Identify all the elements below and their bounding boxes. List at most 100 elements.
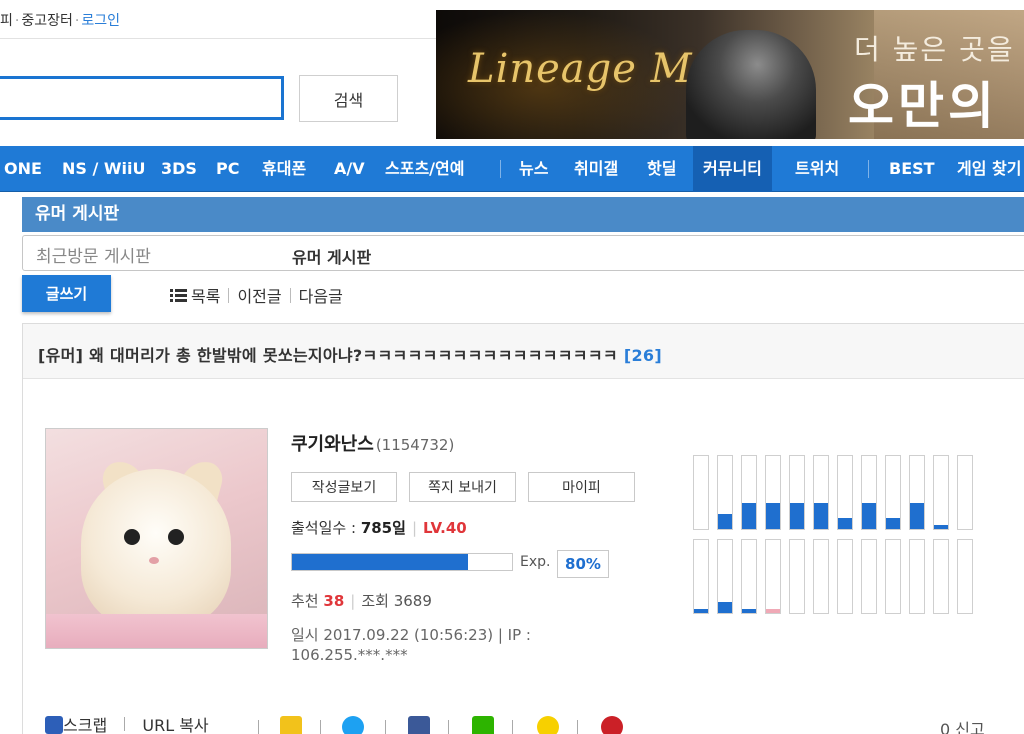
level-badge: LV.40 xyxy=(423,519,467,537)
author-id: (1154732) xyxy=(375,436,455,454)
share-bar: 스크랩 URL 복사 xyxy=(45,712,945,734)
activity-col-top xyxy=(741,455,757,530)
ad-banner[interactable]: Lineage M 더 높은 곳을 향 오만의 xyxy=(436,10,1024,139)
activity-bar-fill xyxy=(934,525,948,529)
naver-icon[interactable] xyxy=(472,716,494,734)
post-stats: 추천 38 | 조회 3689 xyxy=(291,592,432,610)
activity-bar-fill xyxy=(862,503,876,529)
nav-item-best[interactable]: BEST xyxy=(889,146,935,192)
post-date-ip: 일시 2017.09.22 (10:56:23) | IP : 106.255.… xyxy=(291,626,531,664)
nav-item-sports[interactable]: 스포츠/연예 xyxy=(385,146,464,192)
activity-col-top xyxy=(693,455,709,530)
activity-col-top xyxy=(813,455,829,530)
activity-bar-fill xyxy=(742,609,756,613)
twitter-icon[interactable] xyxy=(342,716,364,734)
banner-logo: Lineage M xyxy=(468,46,693,92)
activity-col-bottom xyxy=(957,539,973,614)
activity-col-bottom xyxy=(693,539,709,614)
activity-bar-fill xyxy=(718,602,732,613)
activity-col-top xyxy=(837,455,853,530)
nav-item-news[interactable]: 뉴스 xyxy=(519,146,548,192)
activity-col-top xyxy=(861,455,877,530)
activity-col-bottom xyxy=(861,539,877,614)
nav-item-mobile[interactable]: 휴대폰 xyxy=(262,146,306,192)
kakaotalk-icon[interactable] xyxy=(537,716,559,734)
activity-col-top xyxy=(789,455,805,530)
activity-col-bottom xyxy=(765,539,781,614)
banner-headline-1: 더 높은 곳을 향 xyxy=(854,33,1024,66)
activity-col-bottom xyxy=(837,539,853,614)
scrap-icon xyxy=(45,716,63,734)
top-link-market[interactable]: 중고장터 xyxy=(21,13,73,29)
post-nav-links: 목록 이전글 다음글 xyxy=(170,283,343,307)
nav-item-one[interactable]: ONE xyxy=(4,146,42,192)
activity-bar-fill xyxy=(694,609,708,613)
activity-bar-fill xyxy=(742,503,756,529)
scrap-button[interactable]: 스크랩 xyxy=(63,716,107,734)
activity-col-bottom xyxy=(813,539,829,614)
write-button[interactable]: 글쓰기 xyxy=(22,275,111,312)
view-posts-button[interactable]: 작성글보기 xyxy=(291,472,397,502)
post-title: [유머] 왜 대머리가 총 한발밖에 못쏘는지아냐?ㅋㅋㅋㅋㅋㅋㅋㅋㅋㅋㅋㅋㅋㅋ… xyxy=(38,342,662,366)
top-divider xyxy=(0,38,436,39)
author-nickname[interactable]: 쿠기와난스 (1154732) xyxy=(291,430,454,456)
activity-col-bottom xyxy=(933,539,949,614)
exp-percent: 80% xyxy=(557,550,609,578)
kakaostory-icon[interactable] xyxy=(280,716,302,734)
activity-chart xyxy=(693,455,973,620)
comment-count[interactable]: [26] xyxy=(624,346,662,365)
recent-boards-label: 최근방문 게시판 xyxy=(36,247,151,267)
nav-item-3ds[interactable]: 3DS xyxy=(161,146,197,192)
nav-item-hotdeal[interactable]: 핫딜 xyxy=(647,146,676,192)
activity-col-bottom xyxy=(741,539,757,614)
nav-item-ns-wiiu[interactable]: NS / WiiU xyxy=(62,146,146,192)
activity-bar-fill xyxy=(766,503,780,529)
activity-col-top xyxy=(885,455,901,530)
nav-item-pc[interactable]: PC xyxy=(216,146,239,192)
activity-col-bottom xyxy=(717,539,733,614)
activity-col-top xyxy=(933,455,949,530)
banner-headline-2: 오만의 xyxy=(848,77,998,135)
exp-label: Exp. xyxy=(520,554,551,570)
login-link[interactable]: 로그인 xyxy=(81,13,120,29)
main-nav: ONE NS / WiiU 3DS PC 휴대폰 A/V 스포츠/연예 뉴스 취… xyxy=(0,146,1024,192)
recent-board-link[interactable]: 유머 게시판 xyxy=(292,244,371,268)
nav-item-game-search[interactable]: 게임 찾기 xyxy=(957,146,1021,192)
activity-bar-fill xyxy=(766,609,780,613)
recommend-count: 38 xyxy=(323,592,345,610)
activity-bar-fill xyxy=(718,514,732,529)
facebook-icon[interactable] xyxy=(408,716,430,734)
activity-bar-fill xyxy=(910,503,924,529)
search-button[interactable]: 검색 xyxy=(299,75,398,122)
activity-bar-fill xyxy=(790,503,804,529)
view-count: 3689 xyxy=(393,592,432,610)
board-title: 유머 게시판 xyxy=(22,197,1024,232)
report-button[interactable]: 0 신고 xyxy=(940,716,985,734)
activity-col-top xyxy=(765,455,781,530)
top-links: 피 · 중고장터 · 로그인 xyxy=(0,13,120,29)
activity-bar-fill xyxy=(886,518,900,529)
attendance-value: 785일 xyxy=(360,519,406,537)
recent-boards-bar[interactable] xyxy=(22,235,1024,271)
activity-bar-fill xyxy=(814,503,828,529)
post-title-text: [유머] 왜 대머리가 총 한발밖에 못쏘는지아냐?ㅋㅋㅋㅋㅋㅋㅋㅋㅋㅋㅋㅋㅋㅋ… xyxy=(38,346,618,365)
top-link-1[interactable]: 피 xyxy=(0,13,13,29)
activity-col-top xyxy=(909,455,925,530)
list-link[interactable]: 목록 xyxy=(191,283,220,307)
pinterest-icon[interactable] xyxy=(601,716,623,734)
mypi-button[interactable]: 마이피 xyxy=(528,472,635,502)
list-icon xyxy=(170,288,187,302)
nav-item-community[interactable]: 커뮤니티 xyxy=(693,146,772,192)
next-post-link[interactable]: 다음글 xyxy=(299,283,343,307)
url-copy-button[interactable]: URL 복사 xyxy=(142,716,208,734)
prev-post-link[interactable]: 이전글 xyxy=(237,283,281,307)
nav-item-twitch[interactable]: 트위치 xyxy=(795,146,839,192)
activity-col-bottom xyxy=(909,539,925,614)
activity-col-bottom xyxy=(789,539,805,614)
nav-item-av[interactable]: A/V xyxy=(334,146,365,192)
nav-item-hobby[interactable]: 취미갤 xyxy=(574,146,618,192)
send-message-button[interactable]: 쪽지 보내기 xyxy=(409,472,516,502)
search-input[interactable] xyxy=(0,76,284,120)
activity-bar-fill xyxy=(838,518,852,529)
exp-progress-bar xyxy=(291,553,513,571)
